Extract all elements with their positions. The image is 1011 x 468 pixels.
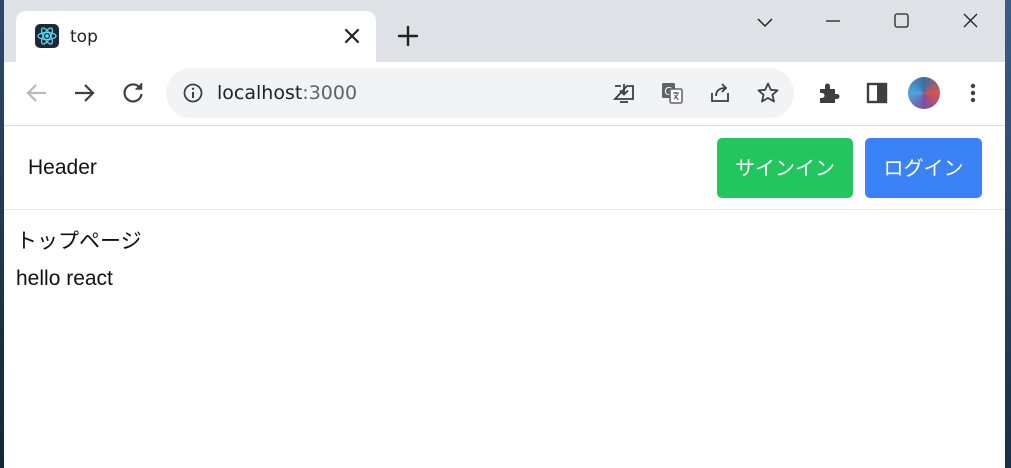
share-button[interactable] <box>708 81 732 105</box>
react-icon <box>35 24 59 48</box>
site-info-button[interactable] <box>182 82 204 104</box>
avatar[interactable] <box>908 77 940 109</box>
url-text[interactable]: localhost:3000 <box>217 82 357 104</box>
url-host: localhost <box>217 82 303 104</box>
browser-toolbar: localhost:3000 G <box>4 62 1005 126</box>
app-header: Header サインイン ログイン <box>4 126 1005 210</box>
install-button[interactable] <box>612 81 636 105</box>
close-window-button[interactable] <box>947 6 993 36</box>
header-title: Header <box>28 156 97 179</box>
back-button[interactable] <box>23 79 51 107</box>
minimize-icon <box>826 20 840 22</box>
forward-button[interactable] <box>70 79 98 107</box>
reload-button[interactable] <box>119 79 147 107</box>
more-icon <box>970 83 976 103</box>
extensions-icon <box>820 83 840 103</box>
forward-icon <box>75 84 95 102</box>
maximize-icon <box>894 13 909 28</box>
tab-top[interactable]: top <box>16 11 376 62</box>
page-content: トップページ hello react <box>16 226 142 302</box>
url-port: :3000 <box>302 82 358 104</box>
chevron-down-icon <box>757 18 773 28</box>
side-panel-icon <box>866 82 888 104</box>
translate-icon: G <box>662 83 683 104</box>
maximize-button[interactable] <box>878 6 924 36</box>
translate-button[interactable]: G <box>660 81 684 105</box>
side-panel-button[interactable] <box>863 79 891 107</box>
install-icon <box>612 84 634 103</box>
more-menu-button[interactable] <box>959 79 987 107</box>
close-icon <box>963 13 978 28</box>
browser-window: top localhost:3000 G Header サインイン ログイン ト… <box>4 0 1005 468</box>
plus-icon <box>397 25 419 47</box>
extensions-button[interactable] <box>815 79 843 107</box>
web-page: Header サインイン ログイン トップページ hello react <box>4 126 1005 468</box>
back-icon <box>26 84 46 102</box>
tab-title: top <box>70 27 98 47</box>
tab-close-button[interactable] <box>340 24 364 48</box>
new-tab-button[interactable] <box>394 22 422 50</box>
share-icon <box>711 83 729 102</box>
tab-strip: top <box>4 0 1005 62</box>
page-title: トップページ <box>16 229 142 253</box>
login-button[interactable]: ログイン <box>865 138 982 198</box>
minimize-button[interactable] <box>810 6 856 36</box>
reload-icon <box>123 83 143 103</box>
signin-button[interactable]: サインイン <box>717 138 853 198</box>
star-icon <box>757 82 779 103</box>
info-icon <box>183 83 203 103</box>
hello-message: hello react <box>16 267 113 290</box>
bookmark-button[interactable] <box>756 81 780 105</box>
desktop-background-right <box>1005 0 1011 468</box>
close-icon <box>344 28 360 44</box>
tab-search-button[interactable] <box>742 6 788 36</box>
address-bar[interactable]: localhost:3000 G <box>166 68 794 118</box>
